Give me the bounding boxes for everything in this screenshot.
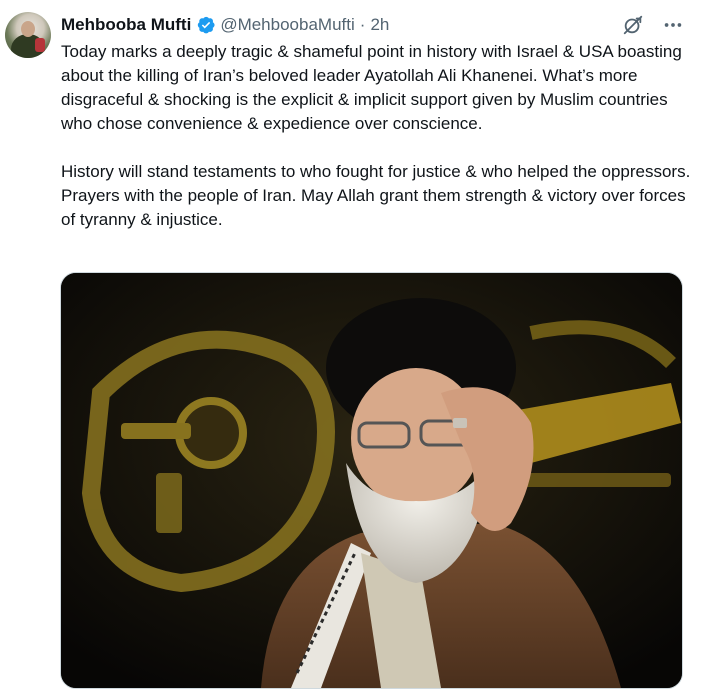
header-actions <box>622 14 684 36</box>
tweet-timestamp[interactable]: 2h <box>370 15 389 35</box>
tweet-paragraph-2: History will stand testaments to who fou… <box>61 162 691 229</box>
tweet-card[interactable]: Mehbooba Mufti @MehboobaMufti · 2h Today… <box>0 0 708 692</box>
author-avatar[interactable] <box>5 12 51 58</box>
tweet-text: Today marks a deeply tragic & shameful p… <box>61 40 693 232</box>
verified-badge-icon[interactable] <box>196 15 216 35</box>
header-separator: · <box>359 15 366 34</box>
tweet-header: Mehbooba Mufti @MehboobaMufti · 2h <box>61 13 389 37</box>
more-options-icon[interactable] <box>662 14 684 36</box>
tweet-paragraph-1: Today marks a deeply tragic & shameful p… <box>61 42 682 133</box>
avatar-face <box>21 21 35 37</box>
tweet-media-photo[interactable] <box>60 272 683 689</box>
author-handle[interactable]: @MehboobaMufti <box>220 15 354 35</box>
photo-illustration <box>61 273 682 688</box>
avatar-accent <box>35 38 45 52</box>
grok-icon[interactable] <box>622 14 644 36</box>
author-name[interactable]: Mehbooba Mufti <box>61 15 191 35</box>
